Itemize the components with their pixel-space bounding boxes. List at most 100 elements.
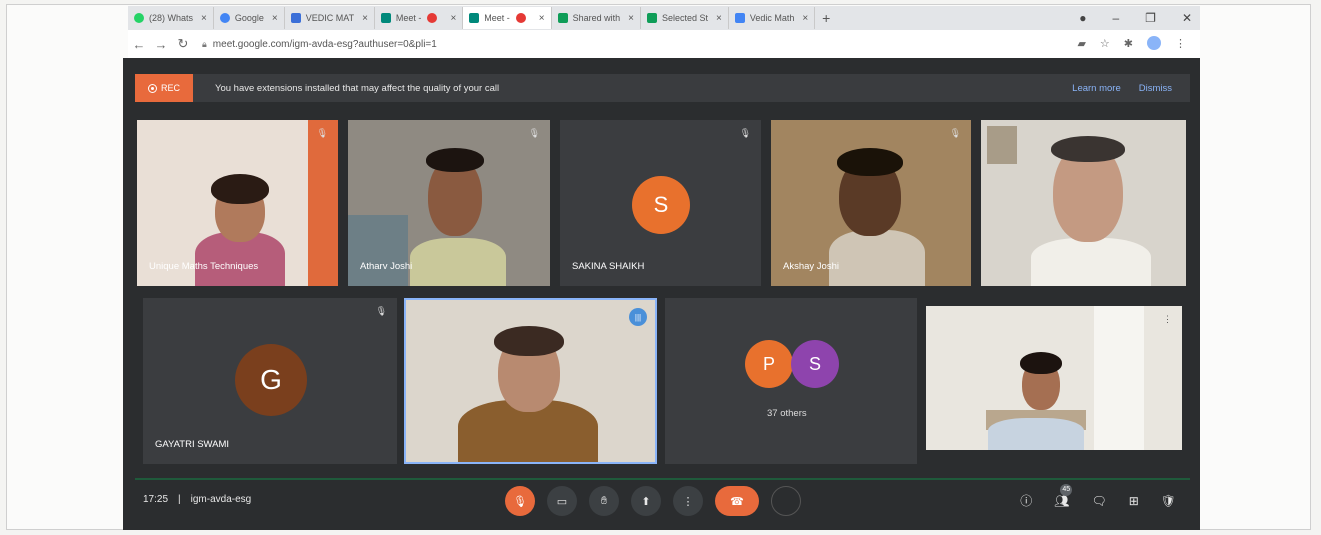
window-controls: ● – ❐ ✕	[1079, 6, 1192, 30]
background-shelf	[348, 215, 408, 286]
participant-tile[interactable]	[981, 120, 1186, 286]
speaking-indicator-icon: |||	[629, 308, 647, 326]
reload-icon[interactable]: ↻	[172, 36, 194, 52]
url-field[interactable]: 🔒︎ meet.google.com/igm-avda-esg?authuser…	[202, 39, 437, 50]
participant-tile[interactable]: 🎙︎ Unique Maths Techniques	[137, 120, 338, 286]
participant-hair	[211, 174, 269, 204]
participant-name: Unique Maths Techniques	[149, 261, 259, 272]
meeting-time: 17:25	[143, 494, 169, 505]
more-menu-icon[interactable]: ⋮	[1175, 37, 1186, 50]
google-favicon-icon	[219, 13, 230, 23]
browser-tab[interactable]: VEDIC MAT ×	[285, 7, 375, 29]
browser-tab[interactable]: Vedic Math ×	[729, 7, 816, 29]
banner-actions: Learn more Dismiss	[1072, 83, 1172, 94]
wall-panel	[308, 120, 338, 286]
participant-tile[interactable]: 🎙︎ Atharv Joshi	[348, 120, 550, 286]
meeting-code: igm-avda-esg	[190, 494, 252, 505]
browser-tab[interactable]: (28) Whats ×	[128, 7, 214, 29]
participant-tile[interactable]: S 🎙︎ SAKINA SHAIKH	[560, 120, 761, 286]
meet-window: REC You have extensions installed that m…	[123, 58, 1200, 530]
host-controls-icon[interactable]: 🛡︎	[1161, 494, 1176, 508]
browser-tab-active[interactable]: Meet - ×	[463, 7, 552, 29]
side-panel-controls: ⓘ 👥︎ 45 🗨︎ ⊞ 🛡︎	[1020, 483, 1176, 509]
camera-toggle-button[interactable]: ▭	[547, 486, 577, 516]
close-window-icon[interactable]: ✕	[1182, 11, 1192, 25]
forward-arrow-icon[interactable]: →	[150, 37, 172, 52]
participant-body	[410, 238, 506, 286]
participant-hair	[837, 148, 903, 176]
participant-tile[interactable]: G 🎙︎ GAYATRI SWAMI	[143, 298, 397, 464]
browser-tab[interactable]: Selected St ×	[641, 7, 729, 29]
close-tab-icon[interactable]: ×	[201, 13, 207, 24]
recording-indicator-icon	[515, 13, 526, 23]
close-tab-icon[interactable]: ×	[362, 13, 368, 24]
dismiss-button[interactable]: Dismiss	[1139, 83, 1172, 94]
browser-tab[interactable]: Meet - ×	[375, 7, 464, 29]
tab-label: (28) Whats	[149, 13, 194, 23]
participant-hair	[1051, 136, 1125, 162]
browser-tab[interactable]: Google ×	[214, 7, 285, 29]
raise-hand-button[interactable]: ✋︎	[589, 486, 619, 516]
minimize-icon[interactable]: –	[1112, 11, 1119, 25]
new-tab-button[interactable]: +	[815, 10, 837, 26]
meet-favicon-icon	[380, 13, 391, 23]
participant-tile-speaking[interactable]: |||	[404, 298, 657, 464]
close-tab-icon[interactable]: ×	[539, 13, 545, 24]
browser-toolbar-icons: ▰ ☆ ✱ ⋮	[1077, 36, 1186, 50]
participant-name: GAYATRI SWAMI	[155, 439, 230, 450]
drive-favicon-icon	[647, 13, 658, 23]
present-screen-button[interactable]: ⬆	[631, 486, 661, 516]
hand-icon: ✋︎	[600, 494, 608, 507]
meeting-control-bar: 17:25 | igm-avda-esg 🎙︎ ▭ ✋︎ ⬆ ⋮ ☎︎ ⓘ 👥︎…	[135, 478, 1190, 524]
back-arrow-icon[interactable]: ←	[128, 37, 150, 52]
extension-warning-banner: REC You have extensions installed that m…	[135, 74, 1190, 102]
address-bar: ← → ↻ 🔒︎ meet.google.com/igm-avda-esg?au…	[128, 30, 1200, 58]
call-controls: 🎙︎ ▭ ✋︎ ⬆ ⋮ ☎︎	[505, 486, 801, 516]
activities-icon[interactable]: ⊞	[1129, 494, 1139, 508]
mic-off-icon: 🎙︎	[739, 128, 751, 138]
participant-hair	[494, 326, 564, 356]
participant-name: Akshay Joshi	[783, 261, 839, 272]
participant-tile[interactable]: 🎙︎ Akshay Joshi	[771, 120, 971, 286]
docs-favicon-icon	[290, 13, 301, 23]
meet-favicon-icon	[469, 13, 480, 23]
chat-icon[interactable]: 🗨︎	[1091, 494, 1106, 508]
self-view-tile[interactable]: ⋮	[926, 306, 1182, 450]
meeting-details-icon[interactable]: ⓘ	[1020, 492, 1032, 509]
restore-icon[interactable]: ❐	[1145, 11, 1156, 25]
more-vertical-icon: ⋮	[682, 495, 694, 508]
docs-favicon-icon	[734, 13, 745, 23]
close-tab-icon[interactable]: ×	[450, 13, 456, 24]
more-options-icon[interactable]: ⋮	[1163, 314, 1172, 325]
profile-avatar[interactable]	[1147, 36, 1161, 50]
banner-message: You have extensions installed that may a…	[215, 82, 500, 94]
extensions-icon[interactable]: ✱	[1124, 37, 1133, 50]
bookmark-star-icon[interactable]: ☆	[1100, 37, 1110, 50]
others-tile[interactable]: P S 37 others	[665, 298, 917, 464]
background-door	[1094, 306, 1144, 450]
mic-off-icon: 🎙︎	[949, 128, 961, 138]
participant-body	[1031, 238, 1151, 286]
tab-search-icon[interactable]: ●	[1079, 11, 1086, 25]
participant-hair	[426, 148, 484, 172]
mic-toggle-button[interactable]: 🎙︎	[505, 486, 535, 516]
more-options-button[interactable]: ⋮	[673, 486, 703, 516]
close-tab-icon[interactable]: ×	[628, 13, 634, 24]
background-frame	[987, 126, 1017, 164]
learn-more-link[interactable]: Learn more	[1072, 83, 1121, 94]
record-icon	[147, 83, 157, 93]
participant-body	[829, 230, 925, 286]
leave-call-button[interactable]: ☎︎	[715, 486, 759, 516]
participant-name: Atharv Joshi	[360, 261, 413, 272]
camera-indicator-icon[interactable]: ▰	[1077, 37, 1085, 50]
people-count-badge: 45	[1060, 483, 1073, 496]
mic-off-icon: 🎙︎	[316, 128, 328, 138]
meeting-info: 17:25 | igm-avda-esg	[143, 494, 251, 505]
participant-hair	[1020, 352, 1062, 374]
close-tab-icon[interactable]: ×	[272, 13, 278, 24]
people-button[interactable]: 👥︎ 45	[1054, 483, 1073, 508]
mic-off-icon: 🎙︎	[528, 128, 540, 138]
browser-tab[interactable]: Shared with ×	[552, 7, 642, 29]
close-tab-icon[interactable]: ×	[716, 13, 722, 24]
close-tab-icon[interactable]: ×	[802, 13, 808, 24]
